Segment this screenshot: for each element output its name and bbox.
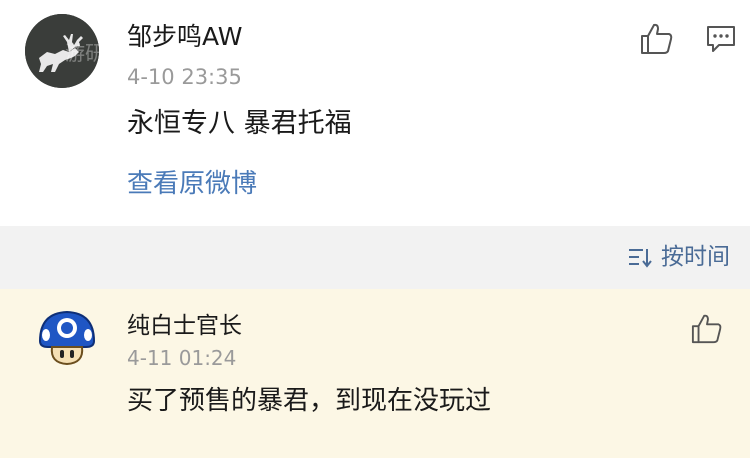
thumbs-up-icon: [691, 314, 722, 344]
comment-text: 永恒专八 暴君托福: [127, 108, 352, 139]
mushroom-avatar-icon: [38, 310, 96, 366]
timestamp: 4-10 23:35: [127, 65, 242, 89]
sort-label: 按时间: [661, 244, 730, 270]
avatar[interactable]: 游研社: [25, 14, 99, 88]
sort-bar: 按时间: [0, 226, 750, 289]
svg-text:游研社: 游研社: [65, 41, 99, 65]
like-button[interactable]: [639, 22, 675, 56]
timestamp: 4-11 01:24: [127, 346, 237, 370]
like-button[interactable]: [690, 313, 724, 345]
sort-icon: [629, 249, 652, 268]
comment-item: 纯白士官长 4-11 01:24 买了预售的暴君，到现在没玩过: [0, 289, 750, 458]
sort-by-time-button[interactable]: 按时间: [627, 241, 730, 273]
comment-item: 游研社 邹步鸣AW 4-10 23:35 永恒专八 暴君托福 查看原微博: [0, 0, 750, 226]
avatar[interactable]: [36, 307, 98, 369]
username[interactable]: 邹步鸣AW: [127, 22, 242, 52]
deer-logo-icon: 游研社: [25, 14, 99, 88]
view-original-link[interactable]: 查看原微博: [127, 168, 257, 200]
comment-bubble-icon: [707, 26, 735, 52]
comment-text: 买了预售的暴君，到现在没玩过: [127, 386, 492, 416]
reply-button[interactable]: [705, 24, 737, 54]
comment-page: 游研社 邹步鸣AW 4-10 23:35 永恒专八 暴君托福 查看原微博: [0, 0, 750, 458]
username[interactable]: 纯白士官长: [127, 311, 242, 341]
thumbs-up-icon: [641, 23, 673, 54]
